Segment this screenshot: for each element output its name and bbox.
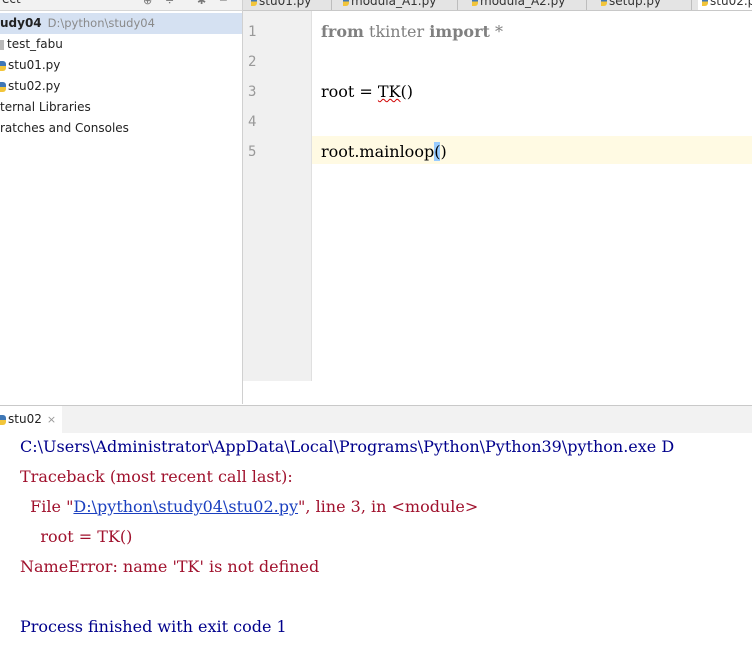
code-line-1: from tkinter import * [321,22,503,41]
console-code-line: root = TK() [20,527,133,546]
tab-label: modula_A2.py [480,0,566,8]
python-file-icon [0,60,6,71]
project-toolbar: ect ⊕ ÷ ✱ ─ [0,0,242,11]
console-file-link[interactable]: D:\python\study04\stu02.py [73,497,298,516]
tab-modula-a1[interactable]: modula_A1.py [339,0,458,10]
tab-setup[interactable]: setup.py [597,0,692,10]
console-process-finished: Process finished with exit code 1 [20,617,287,636]
console-text: ", line 3, in <module> [298,497,479,516]
tree-item-label: stu01.py [8,58,61,72]
console-error: NameError: name 'TK' is not defined [20,557,320,576]
code-line-3: root = TK() [321,82,413,101]
line-number: 4 [248,114,257,130]
project-root-name: udy04 [0,16,42,30]
project-root-path: D:\python\study04 [47,16,155,30]
folder-icon [0,39,4,50]
unresolved-reference: TK [377,82,401,101]
console-traceback: Traceback (most recent call last): [20,467,293,486]
close-icon[interactable]: × [47,413,56,426]
tree-item-label: ternal Libraries [0,100,91,114]
tree-item-stu02[interactable]: stu02.py [0,76,60,97]
tab-label: stu02.py [710,0,752,8]
line-number: 1 [248,24,257,40]
code-text: root.mainloop [321,142,435,161]
tree-item-stu01[interactable]: stu01.py [0,55,60,76]
python-file-icon [702,0,708,6]
line-number: 3 [248,84,257,100]
project-root[interactable]: udy04 D:\python\study04 [0,13,242,34]
python-file-icon [601,0,607,6]
project-panel: ect ⊕ ÷ ✱ ─ udy04 D:\python\study04 test_… [0,0,243,404]
tab-label: stu01.py [259,0,312,8]
python-file-icon [0,414,6,425]
tree-item-label: ratches and Consoles [0,121,129,135]
tab-stu01[interactable]: stu01.py [247,0,332,10]
python-file-icon [343,0,349,6]
editor-tab-bar: stu01.py modula_A1.py modula_A2.py setup… [243,0,752,11]
matched-paren-close: ) [440,142,447,161]
collapse-icon[interactable]: ÷ [165,0,174,7]
run-tab-label: stu02 [8,412,42,426]
import-star: * [494,22,503,41]
locate-icon[interactable]: ⊕ [143,0,152,7]
console-text: File " [20,497,74,516]
keyword-from: from [321,22,364,41]
project-view-selector[interactable]: ect [2,0,21,6]
run-tab-stu02[interactable]: stu02 × [0,406,63,433]
gear-icon[interactable]: ✱ [197,0,206,7]
code-editor[interactable] [243,11,752,381]
python-file-icon [0,81,6,92]
hide-icon[interactable]: ─ [220,0,227,7]
code-text: () [400,82,414,101]
console-file-line: File "D:\python\study04\stu02.py", line … [20,497,478,516]
python-file-icon [472,0,478,6]
python-file-icon [251,0,257,6]
keyword-import: import [429,22,490,41]
tree-item-label: test_fabu [7,37,63,51]
tree-item-label: stu02.py [8,79,61,93]
tree-item-external-libraries[interactable]: ternal Libraries [0,97,91,118]
tab-modula-a2[interactable]: modula_A2.py [468,0,587,10]
tree-item-scratches[interactable]: ratches and Consoles [0,118,129,139]
module-name: tkinter [369,22,425,41]
tab-label: modula_A1.py [351,0,437,8]
run-panel-header: stu02 × [0,405,752,434]
tree-item-test-fabu[interactable]: test_fabu [0,34,63,55]
line-number: 2 [248,54,257,70]
line-number: 5 [248,144,257,160]
console-command: C:\Users\Administrator\AppData\Local\Pro… [20,437,675,456]
tab-stu02[interactable]: stu02.py [698,0,752,10]
tab-label: setup.py [609,0,662,8]
code-line-5: root.mainloop() [321,142,447,161]
code-text: root = [321,82,378,101]
